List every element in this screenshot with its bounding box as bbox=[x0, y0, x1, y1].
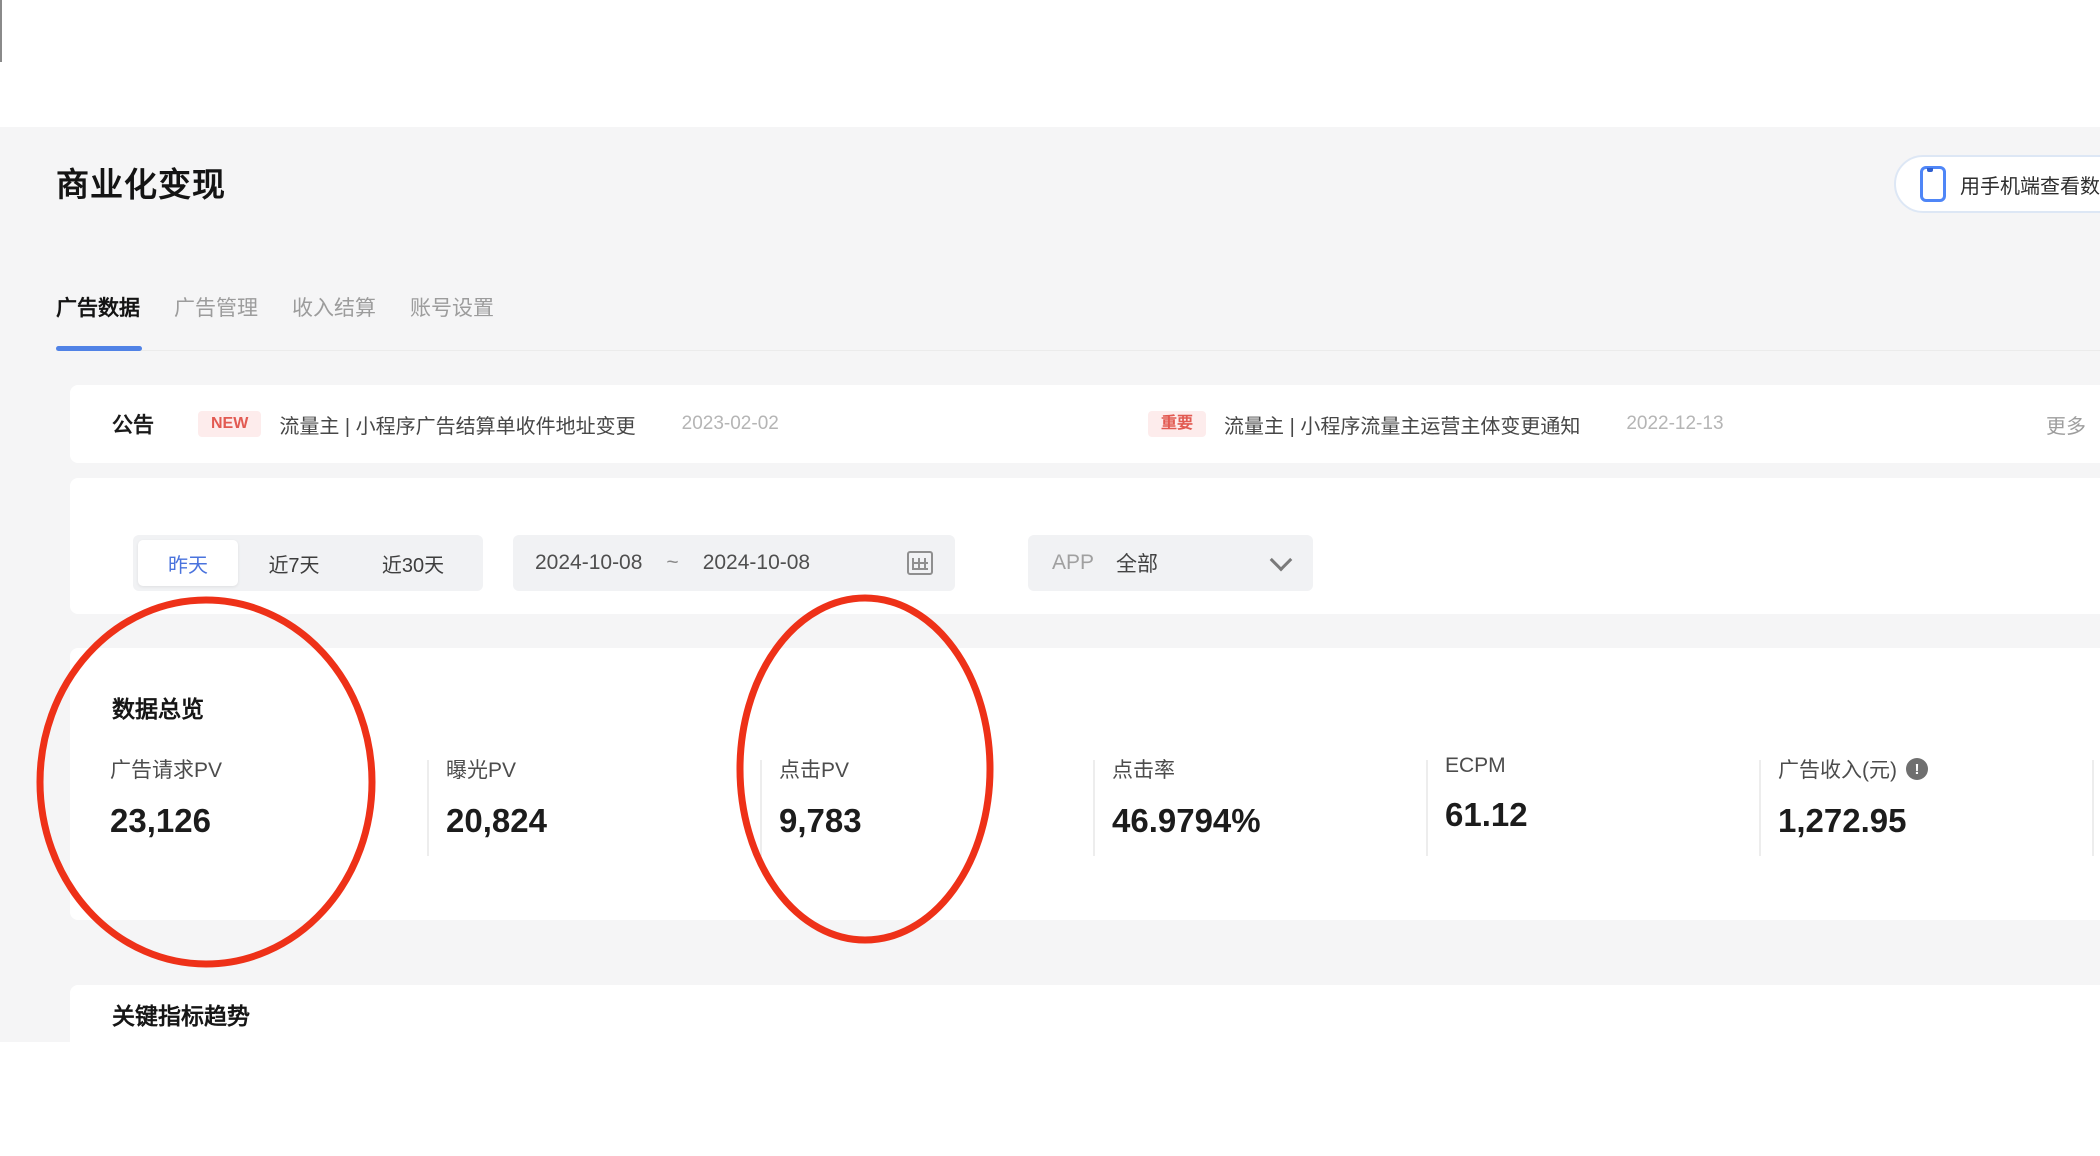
more-announcements-link[interactable]: 更多 bbox=[2046, 385, 2086, 463]
trends-section-title: 关键指标趋势 bbox=[112, 1003, 250, 1029]
metric-value: 20,824 bbox=[446, 802, 547, 839]
tab-ad-data[interactable]: 广告数据 bbox=[56, 292, 140, 322]
announcement-bar: 公告 NEW 流量主 | 小程序广告结算单收件地址变更 2023-02-02 重… bbox=[70, 385, 2100, 463]
tab-account-settings[interactable]: 账号设置 bbox=[410, 292, 494, 322]
date-start-value[interactable]: 2024-10-08 bbox=[535, 551, 642, 575]
metric-ad-revenue: 广告收入(元) ! 1,272.95 bbox=[1778, 754, 2078, 840]
metric-ecpm: ECPM 61.12 bbox=[1445, 754, 1745, 834]
screen-edge-line bbox=[0, 0, 2, 62]
view-on-mobile-button[interactable]: 用手机端查看数据 bbox=[1894, 155, 2100, 213]
announcement-item[interactable]: 重要 流量主 | 小程序流量主运营主体变更通知 2022-12-13 bbox=[1148, 385, 1724, 463]
range-30days-chip[interactable]: 近30天 bbox=[350, 540, 476, 586]
metric-value: 23,126 bbox=[110, 802, 211, 839]
filter-bar: 昨天 近7天 近30天 2024-10-08 ~ 2024-10-08 APP … bbox=[70, 478, 2100, 614]
metric-divider bbox=[427, 760, 429, 856]
metric-label: ECPM bbox=[1445, 754, 1506, 777]
metric-divider bbox=[760, 760, 762, 856]
date-range-segmented-control: 昨天 近7天 近30天 bbox=[133, 535, 483, 591]
chevron-down-icon bbox=[1269, 548, 1293, 572]
announcement-text[interactable]: 流量主 | 小程序流量主运营主体变更通知 bbox=[1224, 410, 1580, 439]
metric-label: 点击率 bbox=[1112, 759, 1175, 782]
announcement-date: 2022-12-13 bbox=[1626, 413, 1724, 434]
metric-click-pv: 点击PV 9,783 bbox=[779, 754, 1079, 840]
tab-bar: 广告数据 广告管理 收入结算 账号设置 bbox=[56, 292, 494, 322]
announcement-date: 2023-02-02 bbox=[681, 413, 779, 434]
data-overview-card: 数据总览 广告请求PV 23,126 曝光PV 20,824 点击PV 9,78… bbox=[70, 648, 2100, 920]
date-range-separator: ~ bbox=[666, 551, 679, 574]
important-badge: 重要 bbox=[1148, 411, 1207, 437]
new-badge: NEW bbox=[198, 411, 262, 437]
overview-section-title: 数据总览 bbox=[112, 696, 204, 722]
metric-divider bbox=[1759, 760, 1761, 856]
metric-label: 曝光PV bbox=[446, 759, 517, 782]
metric-ad-request-pv: 广告请求PV 23,126 bbox=[110, 754, 410, 840]
tab-revenue-settlement[interactable]: 收入结算 bbox=[292, 292, 376, 322]
active-tab-underline bbox=[56, 346, 142, 351]
app-select-value: 全部 bbox=[1116, 553, 1159, 576]
calendar-icon[interactable] bbox=[907, 551, 933, 575]
metric-click-rate: 点击率 46.9794% bbox=[1112, 754, 1412, 840]
range-7days-chip[interactable]: 近7天 bbox=[238, 540, 350, 586]
metric-divider bbox=[1426, 760, 1428, 856]
announcement-text[interactable]: 流量主 | 小程序广告结算单收件地址变更 bbox=[279, 410, 635, 439]
app-select-label: APP bbox=[1052, 551, 1095, 574]
tab-ad-management[interactable]: 广告管理 bbox=[174, 292, 258, 322]
announcement-heading: 公告 bbox=[112, 414, 154, 437]
metric-label: 广告收入(元) bbox=[1778, 759, 1897, 782]
metric-divider bbox=[2092, 760, 2094, 856]
metric-value: 1,272.95 bbox=[1778, 802, 1907, 839]
range-yesterday-chip[interactable]: 昨天 bbox=[138, 540, 238, 586]
metric-value: 61.12 bbox=[1445, 796, 1528, 833]
metric-label: 广告请求PV bbox=[110, 759, 223, 782]
metric-divider bbox=[1093, 760, 1095, 856]
announcement-item[interactable]: 公告 NEW 流量主 | 小程序广告结算单收件地址变更 2023-02-02 bbox=[112, 409, 779, 439]
key-trends-card: 关键指标趋势 bbox=[70, 985, 2100, 1156]
page-title: 商业化变现 bbox=[56, 166, 226, 203]
tabbar-divider bbox=[56, 350, 2100, 351]
info-icon[interactable]: ! bbox=[1906, 758, 1928, 780]
date-range-picker[interactable]: 2024-10-08 ~ 2024-10-08 bbox=[513, 535, 955, 591]
metric-label: 点击PV bbox=[779, 759, 850, 782]
ad-monetization-dashboard: 商业化变现 用手机端查看数据 广告数据 广告管理 收入结算 账号设置 公告 NE… bbox=[0, 0, 2100, 1156]
metric-exposure-pv: 曝光PV 20,824 bbox=[446, 754, 746, 840]
date-end-value[interactable]: 2024-10-08 bbox=[703, 551, 810, 575]
metric-value: 46.9794% bbox=[1112, 802, 1261, 839]
phone-icon bbox=[1920, 166, 1946, 202]
metric-value: 9,783 bbox=[779, 802, 862, 839]
app-select[interactable]: APP 全部 bbox=[1028, 535, 1313, 591]
view-on-mobile-label: 用手机端查看数据 bbox=[1960, 175, 2100, 198]
